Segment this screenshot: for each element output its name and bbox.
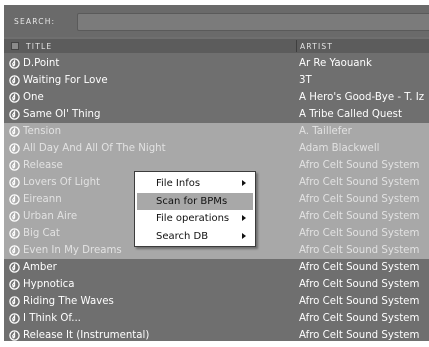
track-title: Eireann	[23, 194, 62, 205]
music-disc-icon	[9, 313, 20, 324]
track-title: Urban Aire	[23, 211, 78, 222]
track-artist: Ar Re Yaouank	[299, 58, 372, 69]
music-disc-icon	[9, 279, 20, 290]
track-title: Release	[23, 160, 63, 171]
track-title: Tension	[23, 126, 62, 137]
track-title: Release It (Instrumental)	[23, 330, 150, 341]
menu-item-search-db[interactable]: Search DB	[137, 228, 253, 245]
submenu-arrow-icon	[242, 215, 246, 221]
menu-item-label: Scan for BPMs	[156, 195, 228, 207]
track-row[interactable]: One A Hero's Good-Bye - T. Iz	[4, 89, 429, 106]
music-disc-icon	[9, 262, 20, 273]
menu-item-file-infos[interactable]: File Infos	[137, 175, 253, 192]
track-row[interactable]: Waiting For Love 3T	[4, 72, 429, 89]
track-artist: Afro Celt Sound System	[299, 245, 420, 256]
track-artist: A. Taillefer	[299, 126, 352, 137]
music-disc-icon	[9, 177, 20, 188]
track-artist: Afro Celt Sound System	[299, 330, 420, 341]
track-title: Waiting For Love	[23, 75, 108, 86]
column-toggle-button[interactable]	[11, 42, 19, 50]
artist-column-header[interactable]: ARTIST	[300, 42, 333, 51]
track-artist: 3T	[299, 75, 312, 86]
track-title: I Think Of...	[23, 313, 81, 324]
music-disc-icon	[9, 330, 20, 341]
submenu-arrow-icon	[242, 232, 246, 239]
menu-item-label: File operations	[156, 213, 230, 224]
track-title: Amber	[23, 262, 57, 273]
track-artist: Afro Celt Sound System	[299, 160, 420, 171]
track-title: One	[23, 92, 44, 103]
track-artist: Afro Celt Sound System	[299, 228, 420, 239]
track-title: Even In My Dreams	[23, 245, 122, 256]
track-artist: A Hero's Good-Bye - T. Iz	[299, 92, 425, 103]
track-artist: Afro Celt Sound System	[299, 313, 420, 324]
track-row[interactable]: D.Point Ar Re Yaouank	[4, 55, 429, 72]
music-disc-icon	[9, 245, 20, 256]
menu-item-label: Search DB	[156, 230, 209, 242]
track-title: Same Ol' Thing	[23, 109, 101, 120]
track-row[interactable]: Tension A. Taillefer	[4, 123, 429, 140]
track-title: Lovers Of Light	[23, 177, 101, 188]
music-disc-icon	[9, 228, 20, 239]
track-artist: Afro Celt Sound System	[299, 296, 420, 307]
track-row[interactable]: Riding The Waves Afro Celt Sound System	[4, 293, 429, 310]
music-disc-icon	[9, 296, 20, 307]
track-artist: Afro Celt Sound System	[299, 279, 420, 290]
music-disc-icon	[9, 211, 20, 222]
track-row[interactable]: Same Ol' Thing A Tribe Called Quest	[4, 106, 429, 123]
track-artist: Afro Celt Sound System	[299, 177, 420, 188]
track-row[interactable]: Hypnotica Afro Celt Sound System	[4, 276, 429, 293]
music-disc-icon	[9, 126, 20, 137]
column-header: TITLE ARTIST	[4, 39, 429, 53]
music-disc-icon	[9, 143, 20, 154]
menu-item-label: File Infos	[156, 178, 201, 189]
search-label: SEARCH:	[14, 17, 56, 26]
track-artist: A Tribe Called Quest	[299, 109, 402, 120]
submenu-arrow-icon	[242, 180, 246, 186]
music-disc-icon	[9, 92, 20, 103]
music-disc-icon	[9, 109, 20, 120]
media-library-window: SEARCH: TITLE ARTIST D.Point Ar Re Yaouan…	[0, 0, 429, 347]
track-title: Riding The Waves	[23, 296, 114, 307]
track-title: D.Point	[23, 58, 60, 69]
music-disc-icon	[9, 160, 20, 171]
track-artist: Adam Blackwell	[299, 143, 380, 154]
track-row[interactable]: I Think Of... Afro Celt Sound System	[4, 310, 429, 327]
track-title: All Day And All Of The Night	[23, 143, 166, 154]
track-row[interactable]: Release It (Instrumental) Afro Celt Sound…	[4, 327, 429, 341]
track-artist: Afro Celt Sound System	[299, 211, 420, 222]
menu-item-scan-for-bpms[interactable]: Scan for BPMs	[137, 192, 253, 210]
music-disc-icon	[9, 58, 20, 69]
track-artist: Afro Celt Sound System	[299, 262, 420, 273]
column-resize-handle[interactable]	[296, 40, 297, 52]
search-input[interactable]	[77, 13, 429, 31]
menu-item-file-operations[interactable]: File operations	[137, 210, 253, 227]
context-menu: File Infos Scan for BPMs File operations Se…	[134, 171, 256, 247]
track-row[interactable]: All Day And All Of The Night Adam Blackwe…	[4, 140, 429, 157]
track-artist: Afro Celt Sound System	[299, 194, 420, 205]
music-disc-icon	[9, 75, 20, 86]
title-column-header[interactable]: TITLE	[26, 42, 52, 51]
track-title: Hypnotica	[23, 279, 75, 290]
music-disc-icon	[9, 194, 20, 205]
track-title: Big Cat	[23, 228, 60, 239]
track-row[interactable]: Amber Afro Celt Sound System	[4, 259, 429, 276]
search-bar: SEARCH:	[4, 5, 429, 37]
